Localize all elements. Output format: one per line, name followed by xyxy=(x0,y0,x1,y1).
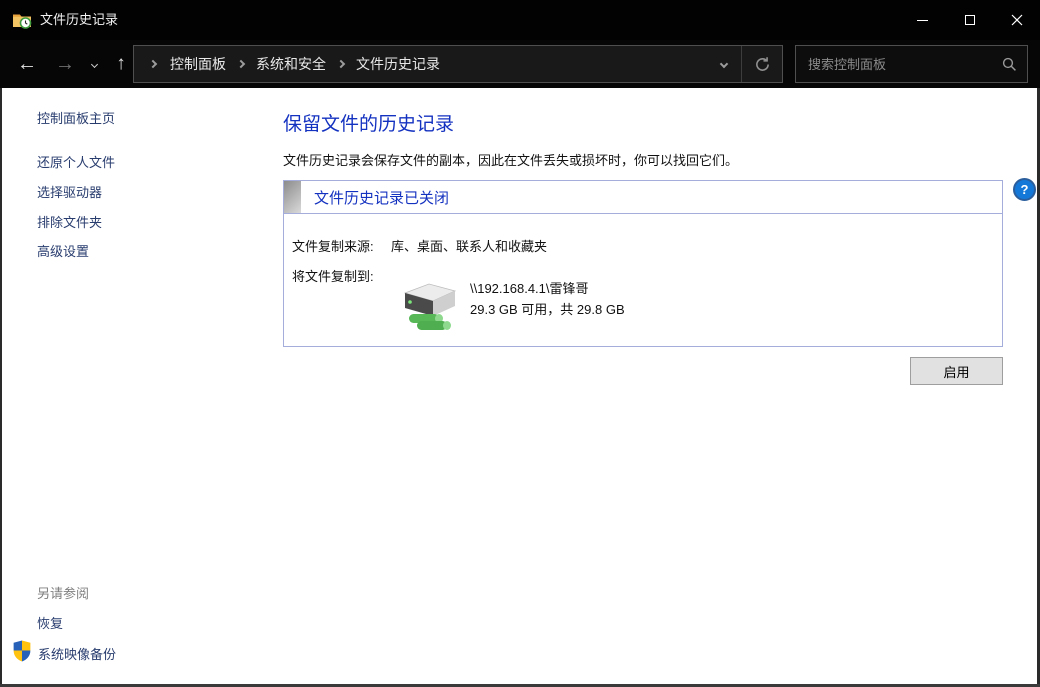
file-history-status-panel: 文件历史记录已关闭 文件复制来源: 库、桌面、联系人和收藏夹 将文件复制到: xyxy=(283,180,1003,347)
drive-space: 29.3 GB 可用，共 29.8 GB xyxy=(470,299,625,320)
sidebar-item-advanced-settings[interactable]: 高级设置 xyxy=(37,241,89,260)
see-also-heading: 另请参阅 xyxy=(37,583,89,602)
search-box xyxy=(795,45,1028,83)
client-area: ? 控制面板主页 还原个人文件 选择驱动器 排除文件夹 高级设置 另请参阅 恢复… xyxy=(0,88,1040,687)
status-panel-header: 文件历史记录已关闭 xyxy=(284,181,1002,214)
copy-from-value: 库、桌面、联系人和收藏夹 xyxy=(391,236,547,255)
window-controls xyxy=(899,0,1040,40)
up-arrow-icon: ↑ xyxy=(116,53,126,75)
maximize-icon xyxy=(965,15,975,25)
address-dropdown-button[interactable] xyxy=(707,46,741,82)
search-input[interactable] xyxy=(796,57,1002,72)
file-history-window: 文件历史记录 ← → ↑ 控制面板 系统和安全 文件历史记录 xyxy=(0,0,1040,687)
minimize-button[interactable] xyxy=(899,0,946,40)
breadcrumb: 控制面板 系统和安全 文件历史记录 xyxy=(133,45,783,83)
refresh-button[interactable] xyxy=(742,46,782,82)
minimize-icon xyxy=(917,20,928,21)
search-icon xyxy=(1002,57,1017,72)
chevron-down-icon xyxy=(90,60,97,67)
drive-target-info: \\192.168.4.1\雷锋哥 29.3 GB 可用，共 29.8 GB xyxy=(470,278,625,320)
network-drive-icon xyxy=(397,278,461,332)
refresh-icon xyxy=(754,56,771,73)
breadcrumb-control-panel[interactable]: 控制面板 xyxy=(166,54,230,74)
close-button[interactable] xyxy=(993,0,1040,40)
back-button[interactable]: ← xyxy=(10,40,44,88)
chevron-down-icon xyxy=(720,60,728,68)
chevron-right-icon xyxy=(149,60,157,68)
copy-to-label: 将文件复制到: xyxy=(292,266,374,285)
titlebar: 文件历史记录 xyxy=(0,0,1040,40)
uac-shield-icon xyxy=(12,640,32,662)
back-arrow-icon: ← xyxy=(17,53,37,76)
sidebar-item-restore-personal-files[interactable]: 还原个人文件 xyxy=(37,152,115,171)
sidebar-item-select-drive[interactable]: 选择驱动器 xyxy=(37,182,102,201)
drive-path: \\192.168.4.1\雷锋哥 xyxy=(470,278,625,299)
sidebar-item-exclude-folders[interactable]: 排除文件夹 xyxy=(37,212,102,231)
window-title: 文件历史记录 xyxy=(40,0,118,40)
page-description: 文件历史记录会保存文件的副本，因此在文件丢失或损坏时，你可以找回它们。 xyxy=(283,150,738,169)
chevron-right-icon xyxy=(337,60,345,68)
help-button[interactable]: ? xyxy=(1013,178,1036,201)
up-button[interactable]: ↑ xyxy=(106,40,136,88)
copy-from-label: 文件复制来源: xyxy=(292,236,374,255)
forward-button[interactable]: → xyxy=(48,40,82,88)
maximize-button[interactable] xyxy=(946,0,993,40)
sidebar-item-control-panel-home[interactable]: 控制面板主页 xyxy=(37,108,115,127)
close-icon xyxy=(1011,14,1023,26)
sidebar-item-system-image-backup[interactable]: 系统映像备份 xyxy=(38,644,116,663)
navigation-toolbar: ← → ↑ 控制面板 系统和安全 文件历史记录 xyxy=(0,40,1040,88)
breadcrumb-system-security[interactable]: 系统和安全 xyxy=(252,54,330,74)
chevron-right-icon xyxy=(237,60,245,68)
page-title: 保留文件的历史记录 xyxy=(283,109,454,136)
window-border-left xyxy=(0,88,2,687)
forward-arrow-icon: → xyxy=(55,53,75,76)
file-history-app-icon xyxy=(12,10,32,30)
enable-button[interactable]: 启用 xyxy=(910,357,1003,385)
sidebar-item-recovery[interactable]: 恢复 xyxy=(37,613,63,632)
panel-corner-decoration xyxy=(284,181,301,213)
recent-locations-button[interactable] xyxy=(84,40,104,88)
status-title: 文件历史记录已关闭 xyxy=(314,187,449,208)
breadcrumb-file-history[interactable]: 文件历史记录 xyxy=(352,54,444,74)
